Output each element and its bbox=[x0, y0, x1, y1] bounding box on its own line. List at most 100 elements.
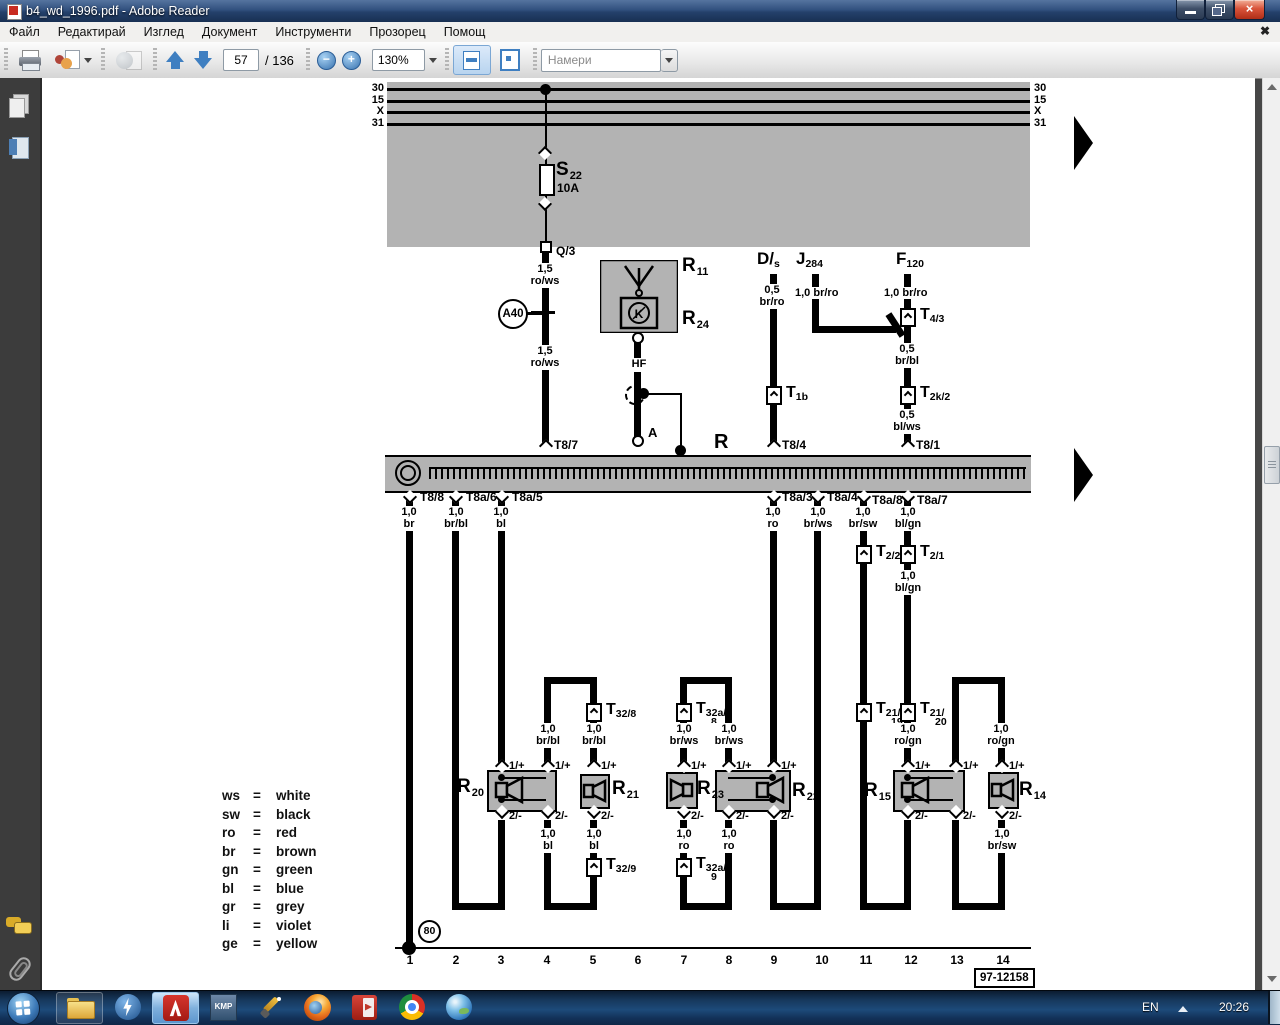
previous-page-button[interactable] bbox=[161, 45, 189, 75]
search-input[interactable]: Намери bbox=[541, 49, 661, 72]
fuse-symbol bbox=[539, 164, 555, 196]
taskbar-adobe-reader-button[interactable] bbox=[152, 992, 199, 1024]
bookmarks-panel-icon[interactable] bbox=[9, 137, 31, 161]
fuse-rating: 10A bbox=[557, 182, 579, 194]
grid-number: 7 bbox=[672, 953, 696, 967]
t8a4-label: T8a/4 bbox=[827, 491, 858, 503]
lightning-icon bbox=[115, 994, 141, 1020]
antenna-icon: K bbox=[600, 260, 678, 333]
menu-view[interactable]: Изглед bbox=[135, 23, 193, 41]
bus-line-15 bbox=[387, 100, 1030, 103]
minimize-button[interactable] bbox=[1176, 0, 1205, 20]
legend-row: ro=red bbox=[222, 824, 317, 843]
internal-jumper bbox=[728, 799, 773, 801]
fit-page-button[interactable] bbox=[491, 45, 529, 75]
internal-jumper bbox=[728, 777, 773, 779]
restore-button[interactable] bbox=[1205, 0, 1234, 20]
legend-row: bl=blue bbox=[222, 880, 317, 899]
taskbar-media-app-button[interactable] bbox=[342, 992, 387, 1022]
page-number-input[interactable]: 57 bbox=[223, 49, 259, 71]
zoom-in-button[interactable]: + bbox=[342, 51, 361, 70]
up-arrow-icon bbox=[166, 51, 184, 69]
jumper-dot bbox=[769, 796, 776, 803]
wire bbox=[770, 903, 821, 910]
comments-panel-icon[interactable] bbox=[6, 917, 32, 937]
minus-terminal-label: 2/- bbox=[736, 810, 749, 822]
r23-label: R23 bbox=[697, 779, 724, 801]
menu-edit[interactable]: Редактирай bbox=[49, 23, 135, 41]
continuation-arrow-icon bbox=[1074, 448, 1093, 502]
brush-icon bbox=[258, 994, 284, 1020]
t2k2-label: T2k/2 bbox=[920, 385, 950, 402]
taskbar-google-earth-button[interactable] bbox=[436, 992, 481, 1022]
wire bbox=[680, 903, 732, 910]
taskbar-firefox-button[interactable] bbox=[295, 992, 340, 1022]
grid-number: 5 bbox=[581, 953, 605, 967]
grid-number: 14 bbox=[991, 953, 1015, 967]
wire-color-legend: ws=white sw=black ro=red br=brown gn=gre… bbox=[222, 787, 317, 954]
menu-help[interactable]: Помощ bbox=[435, 23, 495, 41]
plus-terminal-label: 1/+ bbox=[601, 760, 617, 772]
wire bbox=[952, 820, 959, 910]
wire-label: 1,0 br/ro bbox=[795, 287, 838, 299]
menu-file[interactable]: Файл bbox=[0, 23, 49, 41]
plus-terminal-label: 1/+ bbox=[781, 760, 797, 772]
taskbar-utorrent-button[interactable] bbox=[105, 992, 150, 1022]
jumper-dot bbox=[498, 796, 505, 803]
zoom-caret-button[interactable] bbox=[425, 45, 441, 75]
taskbar-explorer-button[interactable] bbox=[56, 992, 103, 1024]
grid-number: 11 bbox=[854, 953, 878, 967]
r15-label: R15 bbox=[864, 781, 891, 803]
menu-window[interactable]: Прозорец bbox=[360, 23, 434, 41]
toolbar-grip bbox=[306, 48, 310, 72]
close-button[interactable]: × bbox=[1234, 0, 1265, 20]
legend-row: ws=white bbox=[222, 787, 317, 806]
next-page-button[interactable] bbox=[189, 45, 217, 75]
fit-width-button[interactable] bbox=[453, 45, 491, 75]
r24-label: R24 bbox=[682, 309, 709, 331]
ground-80-symbol: 80 bbox=[418, 920, 441, 943]
scrollbar-thumb[interactable] bbox=[1264, 446, 1280, 484]
show-hidden-icons-arrow[interactable] bbox=[1178, 1006, 1188, 1012]
menu-document[interactable]: Документ bbox=[193, 23, 266, 41]
taskbar-kmplayer-button[interactable]: KMP bbox=[201, 992, 246, 1022]
zoom-out-button[interactable]: − bbox=[317, 51, 336, 70]
search-caret-button[interactable] bbox=[661, 49, 678, 72]
taskbar-chrome-button[interactable] bbox=[389, 992, 434, 1022]
ground-rail bbox=[395, 947, 1031, 949]
send-for-review-button bbox=[109, 45, 149, 75]
clock[interactable]: 20:26 bbox=[1212, 1000, 1256, 1014]
minus-terminal-label: 2/- bbox=[781, 810, 794, 822]
wire bbox=[648, 393, 682, 395]
attachments-panel-icon[interactable] bbox=[12, 954, 28, 984]
close-pane-icon[interactable]: ✖ bbox=[1260, 24, 1270, 38]
internal-jumper bbox=[501, 777, 546, 779]
legend-row: ge=yellow bbox=[222, 935, 317, 954]
grid-number: 2 bbox=[444, 953, 468, 967]
scroll-up-icon[interactable] bbox=[1267, 84, 1277, 90]
wire bbox=[812, 274, 819, 333]
vertical-scrollbar[interactable] bbox=[1262, 78, 1280, 990]
menu-tools[interactable]: Инструменти bbox=[266, 23, 360, 41]
plus-terminal-label: 1/+ bbox=[509, 760, 525, 772]
scroll-down-icon[interactable] bbox=[1267, 976, 1277, 982]
fuse-ref: S22 bbox=[556, 160, 582, 182]
wire-label: 1,0 br/ro bbox=[884, 287, 927, 299]
language-indicator[interactable]: EN bbox=[1142, 1000, 1159, 1014]
ds-label: D/s bbox=[757, 251, 780, 269]
minus-terminal-label: 2/- bbox=[691, 810, 704, 822]
toolbar-grip bbox=[445, 48, 449, 72]
print-button[interactable] bbox=[12, 45, 48, 75]
start-button[interactable] bbox=[7, 992, 40, 1025]
t8a7-label: T8a/7 bbox=[917, 494, 948, 506]
legend-row: li=violet bbox=[222, 917, 317, 936]
share-button[interactable] bbox=[48, 45, 97, 75]
pages-panel-icon[interactable] bbox=[9, 94, 31, 118]
q3-label: Q/3 bbox=[556, 245, 575, 257]
show-desktop-button[interactable] bbox=[1268, 991, 1280, 1024]
r21-label: R21 bbox=[612, 779, 639, 801]
taskbar-paint-button[interactable] bbox=[248, 992, 293, 1022]
wire-label: 1,0ro bbox=[705, 828, 753, 853]
zoom-level-input[interactable]: 130% bbox=[372, 49, 425, 71]
speaker-r14 bbox=[988, 772, 1019, 809]
